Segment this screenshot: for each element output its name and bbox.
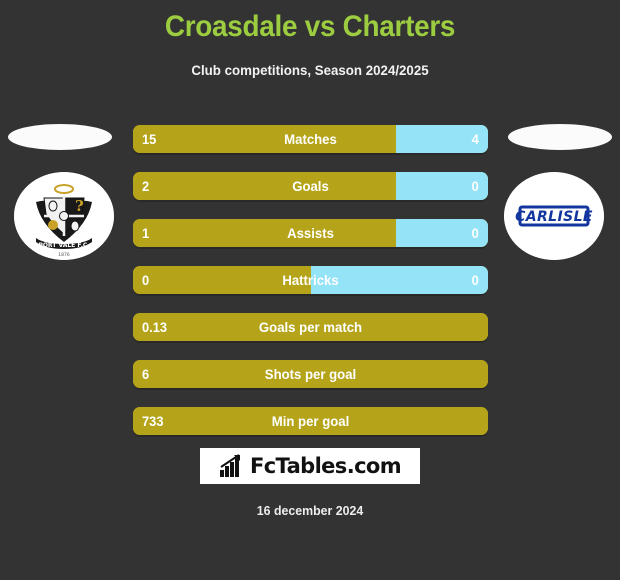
stat-row-min-per-goal: 733 Min per goal [133,407,488,435]
carlisle-crest-icon: CARLISLE [504,172,604,260]
stat-label: Goals [292,178,329,194]
page-title: Croasdale vs Charters [164,10,456,43]
stat-label: Assists [287,225,334,241]
fctables-logo[interactable]: FcTables.com [200,448,420,484]
away-flag [508,124,612,150]
away-value: 0 [471,178,479,194]
stat-label: Hattricks [282,272,339,288]
stat-label: Min per goal [271,413,350,429]
svg-text:?: ? [75,197,84,215]
stat-row-matches: 15 Matches 4 [133,125,488,153]
away-team-crest: CARLISLE [504,172,604,260]
stat-row-shots-per-goal: 6 Shots per goal [133,360,488,388]
away-value: 4 [471,131,479,147]
bar-chart-arrow-icon [219,454,240,477]
home-team-crest: ? PORT VALE F.C. 1876 [14,172,114,260]
port-vale-fc-crest-icon: ? PORT VALE F.C. 1876 [14,172,114,260]
stat-row-goals-per-match: 0.13 Goals per match [133,313,488,341]
stat-label: Goals per match [258,319,363,335]
stat-row-hattricks: 0 Hattricks 0 [133,266,488,294]
page-subtitle: Club competitions, Season 2024/2025 [191,62,429,78]
stat-label: Matches [284,131,337,147]
svg-text:1876: 1876 [58,252,70,258]
home-flag [8,124,112,150]
away-value: 0 [471,225,479,241]
stats-list: 15 Matches 4 2 Goals 0 1 Assists 0 0 Hat… [133,125,488,454]
report-date: 16 december 2024 [256,503,364,518]
stat-label: Shots per goal [264,366,357,382]
stat-row-goals: 2 Goals 0 [133,172,488,200]
svg-text:CARLISLE: CARLISLE [515,209,593,225]
fctables-brand-text: FcTables.com [249,454,402,478]
away-value: 0 [471,272,479,288]
stat-row-assists: 1 Assists 0 [133,219,488,247]
svg-text:PORT VALE F.C.: PORT VALE F.C. [38,242,89,249]
